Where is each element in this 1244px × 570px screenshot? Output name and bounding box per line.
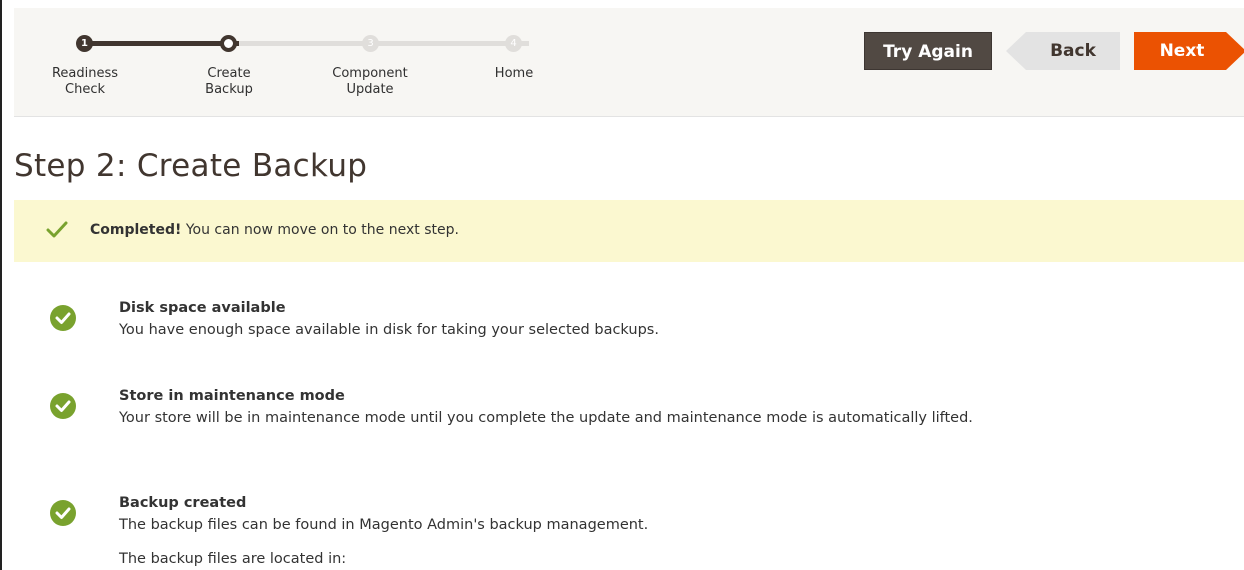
step-2-label-line1: Create [207, 66, 251, 81]
check-circle-icon [50, 393, 76, 419]
backup-location-label: The backup files are located in: [119, 551, 347, 567]
next-button-label: Next [1159, 41, 1205, 61]
step-2-dot [220, 35, 237, 52]
notice-strong: Completed! [90, 222, 182, 238]
notice-text: You can now move on to the next step. [181, 222, 459, 238]
back-button-label: Back [1050, 41, 1096, 61]
success-notice: Completed! You can now move on to the ne… [14, 200, 1244, 262]
step-3-label-line2: Update [346, 82, 394, 97]
check-description: The backup files can be found in Magento… [119, 517, 649, 533]
check-description: You have enough space available in disk … [119, 322, 659, 338]
check-title: Store in maintenance mode [119, 388, 345, 404]
step-3-dot: 3 [362, 35, 379, 52]
check-circle-icon [50, 305, 76, 331]
back-button[interactable]: Back [1006, 32, 1120, 70]
checkmark-icon [46, 221, 68, 238]
next-button[interactable]: Next [1134, 32, 1244, 70]
try-again-button[interactable]: Try Again [864, 32, 992, 70]
step-2-label: Create Backup [174, 66, 284, 98]
check-title: Backup created [119, 495, 247, 511]
step-indicator: 1 Readiness Check Create Backup 3 Compon… [14, 8, 574, 116]
step-3-label-line1: Component [332, 66, 408, 81]
step-4-dot: 4 [505, 35, 522, 52]
step-4-label: Home [459, 66, 569, 82]
check-title: Disk space available [119, 300, 286, 316]
progress-bar: 1 Readiness Check Create Backup 3 Compon… [14, 8, 1244, 117]
step-4-label-line1: Home [494, 66, 534, 81]
step-1-label: Readiness Check [30, 66, 140, 98]
app-frame: 1 Readiness Check Create Backup 3 Compon… [0, 0, 1244, 570]
check-description: Your store will be in maintenance mode u… [119, 410, 973, 426]
step-2-label-line2: Backup [205, 82, 253, 97]
check-circle-icon [50, 500, 76, 526]
notice-message: Completed! You can now move on to the ne… [90, 222, 459, 238]
step-1-label-line1: Readiness [51, 66, 119, 81]
progress-track-completed [84, 41, 239, 46]
step-1-label-line2: Check [65, 82, 105, 97]
step-1-dot: 1 [76, 35, 93, 52]
page-title: Step 2: Create Backup [14, 148, 368, 184]
step-3-label: Component Update [315, 66, 425, 98]
